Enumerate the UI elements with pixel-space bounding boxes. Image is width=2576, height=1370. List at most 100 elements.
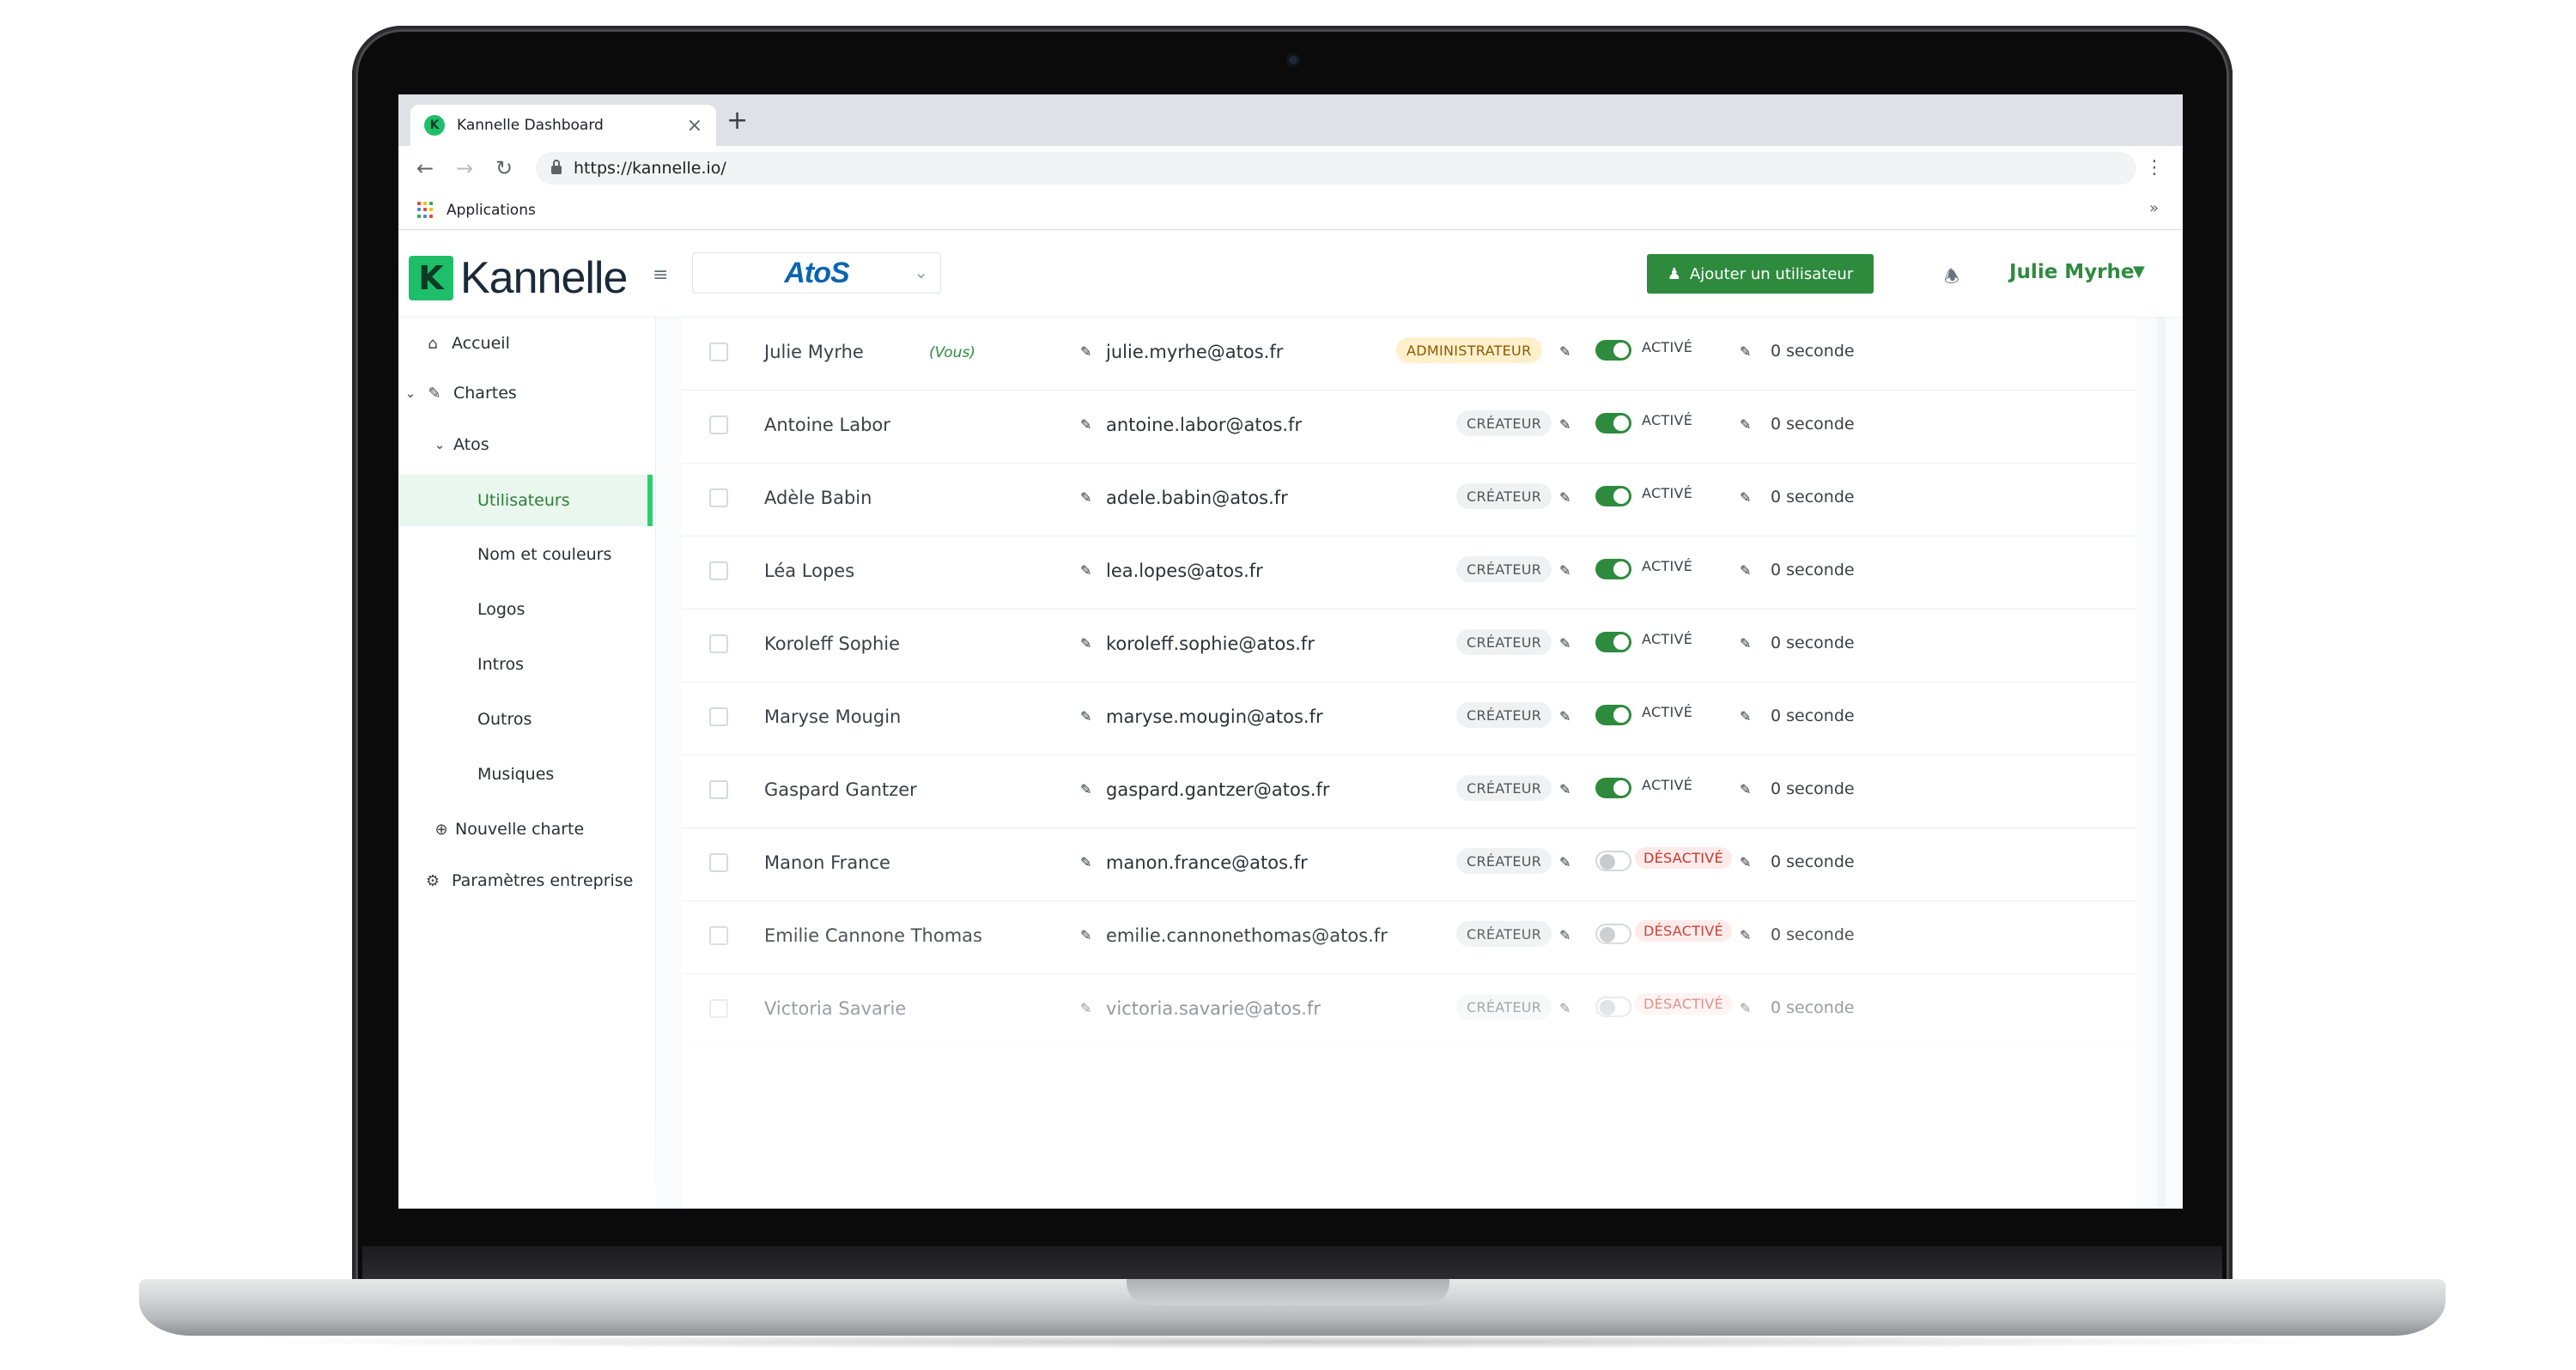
status-toggle[interactable] — [1595, 559, 1631, 579]
close-tab-icon[interactable]: × — [687, 115, 702, 136]
status-toggle[interactable] — [1595, 924, 1631, 944]
apps-grid-icon[interactable] — [417, 201, 434, 219]
edit-duration-icon[interactable]: ✎ — [1740, 927, 1751, 943]
video-duration: 0 seconde — [1771, 633, 1855, 652]
edit-role-icon[interactable]: ✎ — [1559, 489, 1571, 506]
status-badge: ACTIVÉ — [1642, 558, 1693, 574]
sidebar-item-logos[interactable]: Logos — [398, 584, 656, 635]
table-row: Manon France ✎ manon.france@atos.fr CRÉATEU… — [682, 828, 2136, 901]
edit-email-icon[interactable]: ✎ — [1080, 708, 1091, 724]
edit-email-icon[interactable]: ✎ — [1080, 1000, 1091, 1016]
add-user-button[interactable]: ♟ Ajouter un utilisateur — [1647, 254, 1874, 294]
edit-email-icon[interactable]: ✎ — [1080, 489, 1091, 506]
sidebar-item-nom-et-couleurs[interactable]: Nom et couleurs — [398, 529, 656, 580]
row-checkbox[interactable] — [709, 707, 728, 726]
address-bar[interactable]: https://kannelle.io/ — [536, 152, 2136, 185]
edit-email-icon[interactable]: ✎ — [1080, 927, 1091, 943]
edit-duration-icon[interactable]: ✎ — [1740, 635, 1751, 652]
row-checkbox[interactable] — [709, 415, 728, 434]
edit-duration-icon[interactable]: ✎ — [1740, 343, 1751, 360]
back-arrow-icon[interactable]: ← — [405, 156, 445, 180]
edit-email-icon[interactable]: ✎ — [1080, 416, 1091, 433]
sidebar-item-label: Accueil — [452, 334, 510, 353]
row-checkbox[interactable] — [709, 926, 728, 945]
browser-menu-icon[interactable]: ⋮ — [2145, 156, 2164, 180]
status-badge: ACTIVÉ — [1642, 777, 1693, 793]
edit-role-icon[interactable]: ✎ — [1559, 416, 1571, 433]
row-checkbox[interactable] — [709, 488, 728, 507]
table-row: Koroleff Sophie ✎ koroleff.sophie@atos.fr C… — [682, 609, 2136, 682]
sidebar-item-atos[interactable]: ⌄ Atos — [398, 419, 656, 470]
bookmark-applications[interactable]: Applications — [447, 202, 536, 219]
edit-role-icon[interactable]: ✎ — [1559, 708, 1571, 724]
edit-email-icon[interactable]: ✎ — [1080, 635, 1091, 652]
status-toggle[interactable] — [1595, 486, 1631, 506]
sidebar-item-intros[interactable]: Intros — [398, 639, 656, 690]
edit-duration-icon[interactable]: ✎ — [1740, 562, 1751, 579]
edit-role-icon[interactable]: ✎ — [1559, 1000, 1571, 1016]
video-duration: 0 seconde — [1771, 342, 1855, 361]
user-menu-name[interactable]: Julie Myrhe — [2009, 261, 2135, 283]
row-checkbox[interactable] — [709, 342, 728, 361]
table-row: Emilie Cannone Thomas ✎ emilie.cannonethom… — [682, 901, 2136, 974]
row-checkbox[interactable] — [709, 999, 728, 1018]
browser-tab[interactable]: K Kannelle Dashboard × — [410, 105, 716, 146]
forward-arrow-icon[interactable]: → — [445, 156, 484, 180]
edit-role-icon[interactable]: ✎ — [1559, 635, 1571, 652]
status-toggle[interactable] — [1595, 997, 1631, 1017]
edit-duration-icon[interactable]: ✎ — [1740, 489, 1751, 506]
status-toggle[interactable] — [1595, 413, 1631, 433]
organization-select[interactable]: AtoS ⌄ — [692, 252, 941, 294]
row-checkbox[interactable] — [709, 634, 728, 653]
sidebar-item-label: Outros — [477, 710, 532, 729]
sidebar-item-outros[interactable]: Outros — [398, 694, 656, 745]
status-toggle[interactable] — [1595, 632, 1631, 652]
status-toggle[interactable] — [1595, 340, 1631, 361]
status-toggle[interactable] — [1595, 851, 1631, 871]
edit-email-icon[interactable]: ✎ — [1080, 562, 1091, 579]
brush-icon: ✎ — [428, 384, 441, 403]
kannelle-logo-mark: K — [409, 256, 453, 300]
edit-role-icon[interactable]: ✎ — [1559, 343, 1571, 360]
caret-down-icon[interactable]: ▼ — [2133, 263, 2145, 281]
edit-duration-icon[interactable]: ✎ — [1740, 781, 1751, 797]
edit-email-icon[interactable]: ✎ — [1080, 854, 1091, 870]
status-badge: ACTIVÉ — [1642, 339, 1693, 355]
kannelle-logo[interactable]: K Kannelle — [409, 252, 628, 304]
add-user-label: Ajouter un utilisateur — [1689, 264, 1854, 283]
row-checkbox[interactable] — [709, 561, 728, 580]
sidebar-item-nouvelle-charte[interactable]: ⊕ Nouvelle charte — [398, 803, 656, 855]
edit-role-icon[interactable]: ✎ — [1559, 781, 1571, 797]
row-checkbox[interactable] — [709, 853, 728, 872]
chevron-down-icon: ⌄ — [914, 262, 928, 282]
edit-role-icon[interactable]: ✎ — [1559, 927, 1571, 943]
edit-role-icon[interactable]: ✎ — [1559, 562, 1571, 579]
edit-duration-icon[interactable]: ✎ — [1740, 708, 1751, 724]
status-toggle[interactable] — [1595, 705, 1631, 725]
status-badge: DÉSACTIVÉ — [1635, 993, 1732, 1015]
url-text[interactable]: https://kannelle.io/ — [574, 159, 726, 178]
role-badge: CRÉATEUR — [1456, 629, 1552, 655]
bell-icon[interactable]: 🕭 — [1944, 264, 1959, 294]
sidebar-item-utilisateurs[interactable]: Utilisateurs — [398, 475, 653, 526]
edit-duration-icon[interactable]: ✎ — [1740, 416, 1751, 433]
new-tab-button[interactable]: + — [726, 106, 748, 136]
menu-collapse-icon[interactable]: ≡ — [653, 264, 668, 286]
bookmarks-overflow-icon[interactable]: » — [2149, 199, 2159, 217]
sidebar-item-chartes[interactable]: ⌄ ✎ Chartes — [398, 367, 656, 419]
edit-duration-icon[interactable]: ✎ — [1740, 1000, 1751, 1016]
edit-email-icon[interactable]: ✎ — [1080, 781, 1091, 797]
scrollbar[interactable] — [2157, 318, 2166, 1209]
status-badge: DÉSACTIVÉ — [1635, 847, 1732, 869]
edit-duration-icon[interactable]: ✎ — [1740, 854, 1751, 870]
edit-role-icon[interactable]: ✎ — [1559, 854, 1571, 870]
status-toggle[interactable] — [1595, 778, 1631, 798]
role-badge: CRÉATEUR — [1456, 410, 1552, 436]
sidebar-item-musiques[interactable]: Musiques — [398, 749, 656, 800]
sidebar-item-parametres-entreprise[interactable]: ⚙ Paramètres entreprise — [398, 855, 656, 906]
user-email: victoria.savarie@atos.fr — [1106, 998, 1321, 1019]
row-checkbox[interactable] — [709, 780, 728, 799]
edit-email-icon[interactable]: ✎ — [1080, 343, 1091, 360]
reload-icon[interactable]: ↻ — [484, 156, 524, 180]
sidebar-item-accueil[interactable]: ⌂ Accueil — [398, 318, 656, 369]
